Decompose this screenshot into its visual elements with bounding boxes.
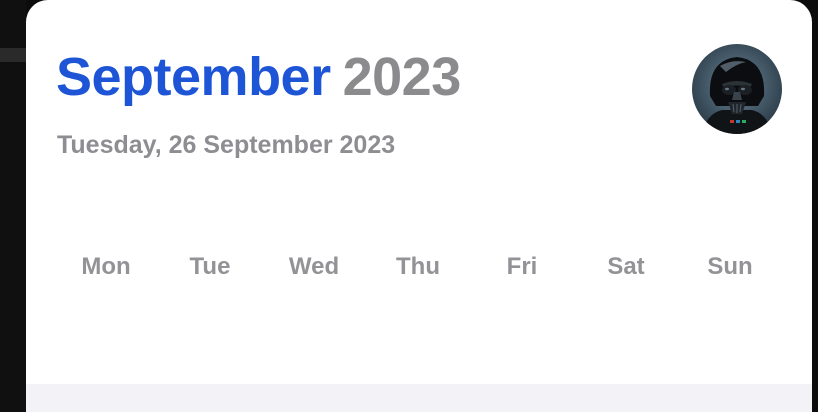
weekday-tue: Tue — [189, 253, 231, 280]
left-strip-notch — [0, 48, 26, 62]
weekday-sat: Sat — [607, 253, 645, 280]
page-title: September 2023 — [56, 46, 461, 108]
weekday-mon: Mon — [81, 253, 131, 280]
weekday-header: Mon Tue Wed Thu Fri Sat Sun — [54, 250, 782, 284]
year-label[interactable]: 2023 — [343, 47, 462, 107]
current-date-label: Tuesday, 26 September 2023 — [57, 131, 396, 159]
weekday-thu: Thu — [396, 253, 440, 280]
darth-vader-avatar-icon — [702, 57, 772, 134]
weekday-wed: Wed — [288, 253, 340, 280]
calendar-card: September 2023 Tuesday, 26 September 2023 — [26, 0, 812, 412]
left-background-strip — [0, 0, 26, 412]
month-label[interactable]: September — [56, 47, 331, 107]
content-area-top — [26, 384, 812, 412]
avatar[interactable] — [692, 44, 782, 134]
weekday-sun: Sun — [707, 253, 753, 280]
weekday-fri: Fri — [506, 253, 538, 280]
